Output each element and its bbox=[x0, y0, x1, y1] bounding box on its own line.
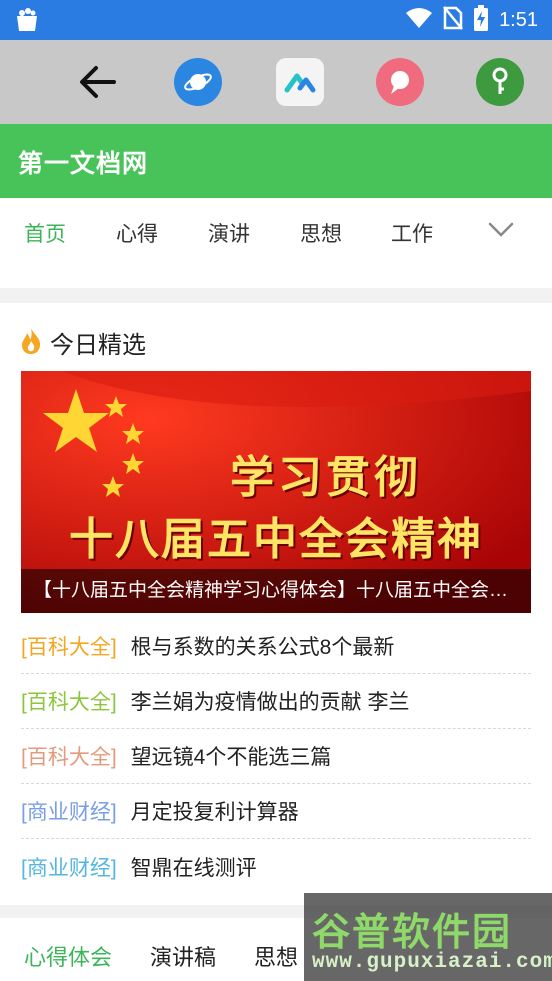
watermark-url: www.gupuxiazai.com bbox=[312, 951, 552, 974]
battery-charging-icon bbox=[473, 5, 489, 35]
chat-bubble-icon[interactable] bbox=[374, 56, 426, 108]
browser-toolbar bbox=[0, 40, 552, 124]
category-tag: [百科大全] bbox=[21, 746, 117, 769]
site-title: 第一文档网 bbox=[18, 150, 149, 178]
list-item[interactable]: [百科大全] 望远镜4个不能选三篇 bbox=[21, 729, 531, 784]
tab-gongzuo[interactable]: 工作 bbox=[391, 218, 433, 248]
article-title: 李兰娟为疫情做出的贡献 李兰 bbox=[130, 691, 410, 714]
site-header: 第一文档网 bbox=[0, 124, 552, 198]
tab-sixiang[interactable]: 思想 bbox=[300, 218, 342, 248]
back-arrow-icon[interactable] bbox=[72, 56, 124, 108]
list-item[interactable]: [百科大全] 李兰娟为疫情做出的贡献 李兰 bbox=[21, 674, 531, 729]
banner-caption: 【十八届五中全会精神学习心得体会】十八届五中全会精神学习心得体会 bbox=[21, 569, 531, 613]
tab-xinde-tihui[interactable]: 心得体会 bbox=[24, 940, 112, 972]
category-tag: [百科大全] bbox=[21, 691, 117, 714]
wifi-icon bbox=[405, 7, 433, 33]
chevron-down-icon[interactable] bbox=[488, 222, 514, 242]
section-title: 今日精选 bbox=[50, 332, 146, 359]
featured-list: [百科大全] 根与系数的关系公式8个最新 [百科大全] 李兰娟为疫情做出的贡献 … bbox=[21, 619, 531, 894]
list-item[interactable]: [商业财经] 智鼎在线测评 bbox=[21, 839, 531, 894]
banner-headline-1: 学习贯彻 bbox=[230, 453, 422, 502]
category-tag: [商业财经] bbox=[21, 856, 117, 880]
tab-yanjiang[interactable]: 演讲 bbox=[208, 218, 250, 248]
app-store-icon bbox=[14, 7, 40, 37]
category-tag: [商业财经] bbox=[21, 801, 117, 824]
article-title: 智鼎在线测评 bbox=[130, 856, 257, 880]
status-bar: 1:51 bbox=[0, 0, 552, 40]
article-title: 月定投复利计算器 bbox=[130, 801, 299, 824]
clock: 1:51 bbox=[499, 8, 538, 31]
article-title: 根与系数的关系公式8个最新 bbox=[130, 636, 395, 659]
article-title: 望远镜4个不能选三篇 bbox=[130, 746, 332, 769]
tab-xinde[interactable]: 心得 bbox=[116, 218, 158, 248]
tab-sixiang-bottom[interactable]: 思想 bbox=[254, 940, 298, 972]
no-sim-icon bbox=[443, 6, 464, 34]
section-header: 今日精选 bbox=[20, 325, 146, 360]
tab-home[interactable]: 首页 bbox=[24, 218, 66, 248]
flame-icon bbox=[20, 327, 42, 359]
featured-banner[interactable]: 学习贯彻 十八届五中全会精神 【十八届五中全会精神学习心得体会】十八届五中全会精… bbox=[21, 371, 531, 613]
browser-planet-icon[interactable] bbox=[172, 56, 224, 108]
key-icon[interactable] bbox=[474, 56, 526, 108]
list-item[interactable]: [商业财经] 月定投复利计算器 bbox=[21, 784, 531, 839]
list-item[interactable]: [百科大全] 根与系数的关系公式8个最新 bbox=[21, 619, 531, 674]
banner-headline-2: 十八届五中全会精神 bbox=[69, 515, 483, 564]
category-tabs: 首页 心得 演讲 思想 工作 bbox=[0, 198, 552, 288]
tab-yanjianggao[interactable]: 演讲稿 bbox=[150, 940, 216, 972]
app-store-icon[interactable] bbox=[274, 56, 326, 108]
featured-section: 今日精选 学习贯彻 十八届五中全会精神 【十八届五中全会精神学习心得体会】十八届… bbox=[0, 303, 552, 905]
watermark: 谷普软件园 www.gupuxiazai.com bbox=[304, 893, 552, 981]
category-tag: [百科大全] bbox=[21, 636, 117, 659]
watermark-logo-text: 谷普软件园 bbox=[312, 912, 513, 954]
